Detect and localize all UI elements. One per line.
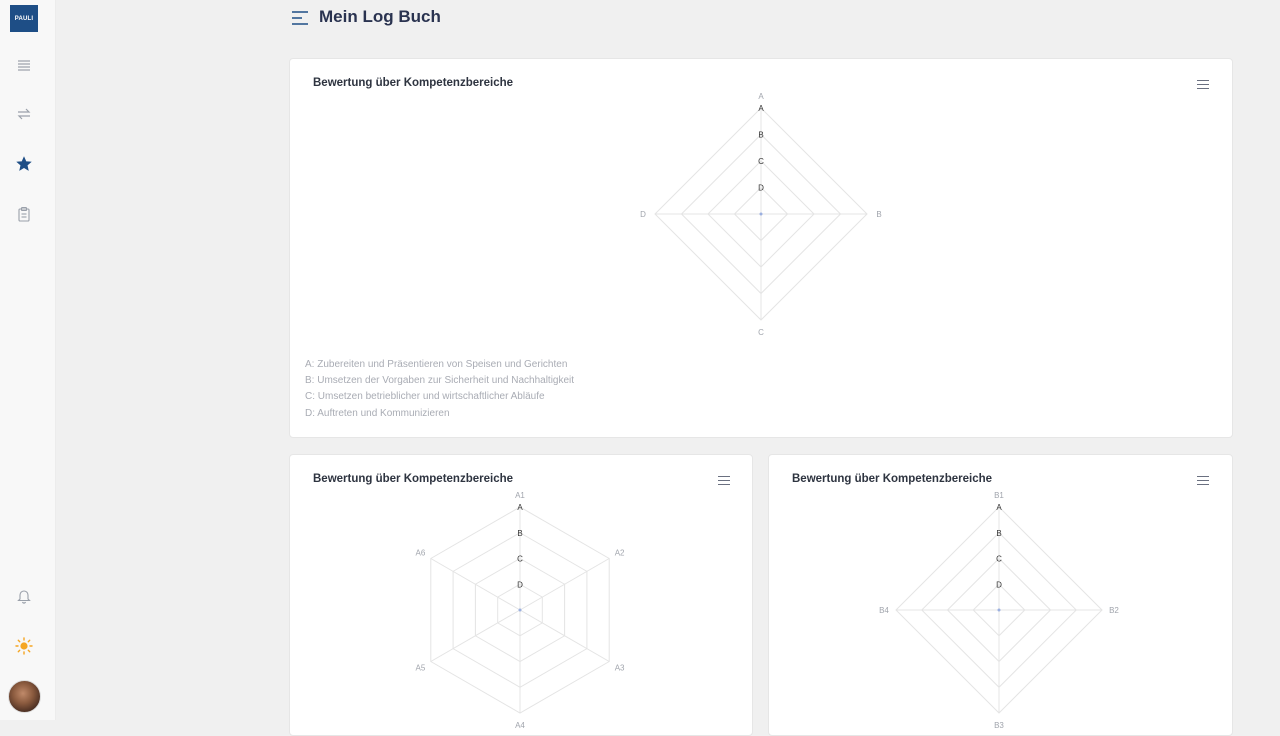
radar-scale-label: D <box>758 184 764 193</box>
bell-icon[interactable] <box>14 586 34 606</box>
sun-icon[interactable] <box>14 636 34 656</box>
sidebar: PAULI <box>0 0 56 720</box>
radar-scale-label: B <box>517 529 522 538</box>
radar-scale-label: C <box>758 157 764 166</box>
radar-axis-label: B3 <box>994 721 1004 730</box>
competence-card-a: Bewertung über Kompetenzbereiche A1 A2 A3 A… <box>289 454 753 736</box>
legend-item: A: Zubereiten und Präsentieren von Speis… <box>305 359 568 370</box>
radar-scale-label: C <box>996 555 1002 564</box>
legend-item: B: Umsetzen der Vorgaben zur Sicherheit … <box>305 375 575 387</box>
radar-axis-label: B2 <box>1109 606 1119 615</box>
radar-chart: A B C D A B C D <box>640 92 882 337</box>
legend: A: Zubereiten und Präsentieren von Speis… <box>305 357 574 422</box>
radar-axis-label: B <box>876 210 881 219</box>
list-icon[interactable] <box>14 55 34 75</box>
radar-center-point <box>759 212 763 216</box>
legend-item: D: Auftreten und Kommunizieren <box>305 407 450 419</box>
menu-toggle-icon[interactable] <box>291 10 309 31</box>
radar-axis-label: A1 <box>515 491 525 500</box>
radar-axis-label: A4 <box>515 721 525 730</box>
radar-axis-label: A <box>758 92 764 101</box>
radar-scale-label: C <box>517 555 523 564</box>
page-title: Mein Log Buch <box>319 7 441 26</box>
radar-scale-label: A <box>758 104 764 113</box>
radar-scale-label: B <box>996 529 1001 538</box>
radar-axis-label: B4 <box>879 606 889 615</box>
radar-axis-label: D <box>640 210 646 219</box>
radar-chart: B1 B2 B3 B4 A B C D <box>879 491 1119 730</box>
radar-scale-label: B <box>758 131 763 140</box>
radar-axis-label: A3 <box>615 664 625 673</box>
repeat-icon[interactable] <box>14 104 34 124</box>
logo[interactable]: PAULI <box>10 5 38 32</box>
competence-card-main: Bewertung über Kompetenzbereiche ABCDABC… <box>289 58 1233 438</box>
avatar[interactable] <box>8 680 41 713</box>
logo-text: PAULI <box>14 15 34 22</box>
radar-scale-label: D <box>996 580 1002 589</box>
radar-axis-label: A2 <box>615 549 625 558</box>
radar-axis-label: A5 <box>416 664 426 673</box>
clipboard-icon[interactable] <box>14 204 34 224</box>
legend-item: C: Umsetzen betrieblicher und wirtschaft… <box>305 391 545 403</box>
radar-axis-label: A6 <box>416 549 426 558</box>
competence-card-b: Bewertung über Kompetenzbereiche B1 B2 B3 B… <box>768 454 1233 736</box>
radar-scale-label: D <box>517 580 523 589</box>
radar-center-point <box>997 608 1001 612</box>
radar-scale-label: A <box>517 503 523 512</box>
radar-chart: A1 A2 A3 A4 A5 A6 A B C D <box>416 491 626 730</box>
radar-axis-label: B1 <box>994 491 1004 500</box>
radar-center-point <box>518 608 522 612</box>
star-icon[interactable] <box>14 154 34 174</box>
radar-scale-label: A <box>996 503 1002 512</box>
radar-axis-label: C <box>758 328 764 337</box>
